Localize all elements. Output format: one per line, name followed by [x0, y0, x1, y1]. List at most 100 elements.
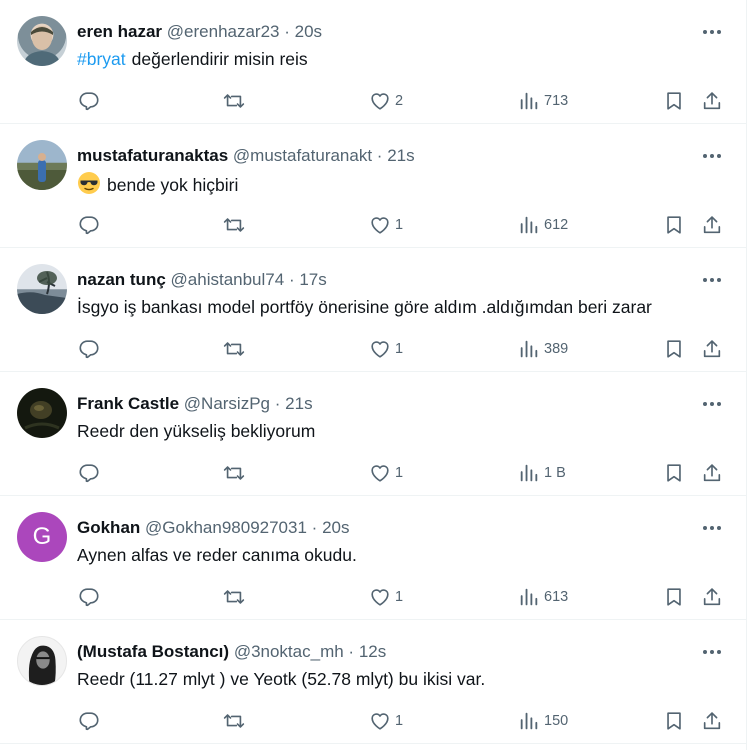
share-button[interactable]: [701, 583, 723, 611]
display-name[interactable]: mustafaturanaktas: [77, 146, 228, 165]
repost-icon: [223, 94, 245, 108]
repost-icon: [223, 590, 245, 604]
tweet-text: bende yok hiçbiri: [77, 171, 716, 201]
hashtag-link[interactable]: #bryat: [77, 49, 126, 69]
more-options-button[interactable]: [700, 144, 724, 168]
username[interactable]: @Gokhan980927031: [145, 518, 307, 537]
share-button[interactable]: [701, 211, 723, 239]
views-button[interactable]: 1 B: [518, 459, 566, 487]
tweet-actions: 1 389: [0, 335, 746, 363]
like-count: 1: [395, 465, 404, 481]
avatar-photo: [24, 401, 60, 430]
timestamp[interactable]: 21s: [387, 146, 414, 165]
display-name[interactable]: (Mustafa Bostancı): [77, 642, 229, 661]
tweet[interactable]: Frank Castle @NarsizPg · 21s Reedr den y…: [0, 372, 746, 496]
views-button[interactable]: 150: [518, 707, 568, 735]
repost-button[interactable]: [222, 459, 246, 487]
more-options-button[interactable]: [700, 268, 724, 292]
bookmark-button[interactable]: [663, 335, 685, 363]
reply-button[interactable]: [78, 87, 100, 115]
like-button[interactable]: 1: [369, 211, 403, 239]
more-options-button[interactable]: [700, 20, 724, 44]
tweet[interactable]: nazan tunç @ahistanbul74 · 17s İsgyo iş …: [0, 248, 746, 372]
share-button[interactable]: [701, 459, 723, 487]
display-name[interactable]: Gokhan: [77, 518, 140, 537]
analytics-icon: [520, 712, 538, 730]
tweet[interactable]: G Gokhan @Gokhan980927031 · 20s Aynen al…: [0, 496, 746, 620]
view-count: 150: [544, 713, 569, 729]
username[interactable]: @NarsizPg: [184, 394, 270, 413]
separator-dot: ·: [284, 22, 290, 41]
tweet-header: Frank Castle @NarsizPg · 21s: [77, 393, 696, 415]
more-options-button[interactable]: [700, 516, 724, 540]
username[interactable]: @mustafaturanakt: [233, 146, 372, 165]
tweet-text: #bryat değerlendirir misin reis: [77, 47, 716, 71]
like-button[interactable]: 1: [369, 707, 403, 735]
timestamp[interactable]: 17s: [299, 270, 326, 289]
like-button[interactable]: 2: [369, 87, 403, 115]
timestamp[interactable]: 20s: [295, 22, 322, 41]
like-count: 1: [395, 713, 404, 729]
reply-button[interactable]: [78, 335, 100, 363]
repost-button[interactable]: [222, 583, 246, 611]
bookmark-button[interactable]: [663, 583, 685, 611]
display-name[interactable]: eren hazar: [77, 22, 162, 41]
tweet[interactable]: eren hazar @erenhazar23 · 20s #bryat değe…: [0, 0, 746, 124]
like-button[interactable]: 1: [369, 335, 403, 363]
more-options-button[interactable]: [700, 392, 724, 416]
timestamp[interactable]: 21s: [285, 394, 312, 413]
tweet-actions: 1 613: [0, 583, 746, 611]
bookmark-button[interactable]: [663, 87, 685, 115]
reply-button[interactable]: [78, 707, 100, 735]
repost-button[interactable]: [222, 87, 246, 115]
share-button[interactable]: [701, 87, 723, 115]
heart-icon: [371, 93, 389, 110]
tweet-actions: 1 612: [0, 211, 746, 239]
bookmark-icon: [667, 92, 681, 110]
avatar[interactable]: [17, 636, 67, 686]
repost-button[interactable]: [222, 211, 246, 239]
tweet[interactable]: (Mustafa Bostancı) @3noktac_mh · 12s Ree…: [0, 620, 746, 744]
timeline-feed: eren hazar @erenhazar23 · 20s #bryat değe…: [0, 0, 747, 750]
avatar-photo: [17, 153, 67, 190]
reply-button[interactable]: [78, 459, 100, 487]
views-button[interactable]: 612: [518, 211, 568, 239]
avatar-letter: G: [32, 523, 52, 550]
repost-button[interactable]: [222, 335, 246, 363]
display-name[interactable]: Frank Castle: [77, 394, 179, 413]
username[interactable]: @3noktac_mh: [234, 642, 344, 661]
username[interactable]: @ahistanbul74: [171, 270, 285, 289]
timestamp[interactable]: 12s: [359, 642, 386, 661]
bookmark-button[interactable]: [663, 707, 685, 735]
views-button[interactable]: 389: [518, 335, 568, 363]
share-button[interactable]: [701, 707, 723, 735]
avatar[interactable]: G: [17, 512, 67, 562]
avatar[interactable]: [17, 388, 67, 438]
avatar[interactable]: [17, 264, 67, 314]
tweet[interactable]: mustafaturanaktas @mustafaturanakt · 21s…: [0, 124, 746, 248]
repost-button[interactable]: [222, 707, 246, 735]
bookmark-button[interactable]: [663, 211, 685, 239]
more-options-button[interactable]: [700, 640, 724, 664]
avatar[interactable]: [17, 16, 67, 66]
like-button[interactable]: 1: [369, 459, 403, 487]
like-count: 1: [395, 341, 404, 357]
avatar-photo: [17, 271, 67, 314]
avatar[interactable]: [17, 140, 67, 190]
reply-icon: [79, 588, 99, 607]
reply-icon: [79, 216, 99, 235]
username[interactable]: @erenhazar23: [167, 22, 280, 41]
like-button[interactable]: 1: [369, 583, 403, 611]
display-name[interactable]: nazan tunç: [77, 270, 166, 289]
reply-button[interactable]: [78, 211, 100, 239]
repost-icon: [223, 714, 245, 728]
views-button[interactable]: 613: [518, 583, 568, 611]
tweet-body: Reedr (11.27 mlyt ) ve Yeotk (52.78 mlyt…: [77, 669, 486, 689]
tweet-text: Reedr (11.27 mlyt ) ve Yeotk (52.78 mlyt…: [77, 667, 716, 691]
timestamp[interactable]: 20s: [322, 518, 349, 537]
view-count: 1 B: [544, 465, 566, 481]
share-button[interactable]: [701, 335, 723, 363]
bookmark-button[interactable]: [663, 459, 685, 487]
reply-button[interactable]: [78, 583, 100, 611]
views-button[interactable]: 713: [518, 87, 568, 115]
